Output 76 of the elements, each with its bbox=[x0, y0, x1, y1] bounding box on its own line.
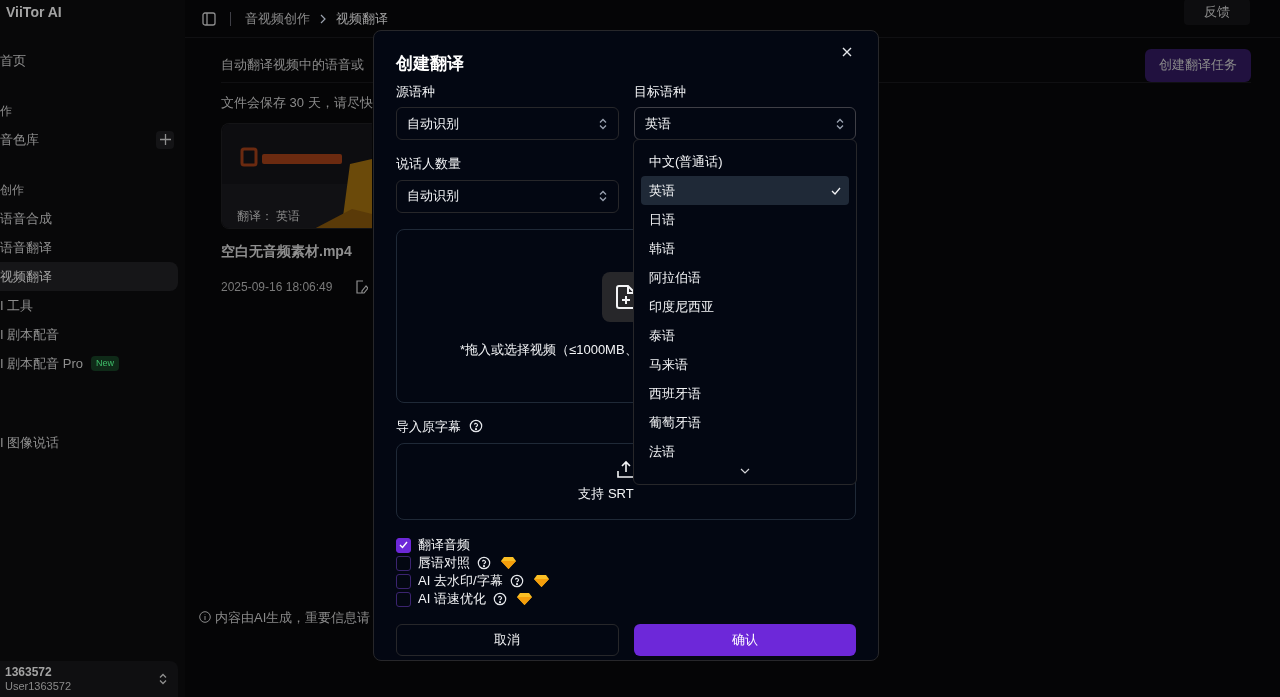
sidebar-item[interactable]: 音色库 bbox=[0, 125, 178, 154]
source-language-select[interactable]: 自动识别 bbox=[396, 107, 619, 140]
sidebar-item[interactable]: 语音翻译 bbox=[0, 233, 178, 262]
language-option[interactable]: 英语 bbox=[641, 176, 849, 205]
sidebar-item[interactable]: 语音合成 bbox=[0, 204, 178, 233]
page-description: 自动翻译视频中的语音或 bbox=[221, 56, 364, 75]
language-option[interactable]: 韩语 bbox=[641, 234, 849, 263]
create-task-button[interactable]: 创建翻译任务 bbox=[1145, 48, 1251, 82]
confirm-button[interactable]: 确认 bbox=[633, 624, 856, 656]
diamond-icon bbox=[533, 575, 549, 587]
option-label: AI 语速优化 bbox=[418, 590, 486, 609]
user-id: User1363572 bbox=[5, 679, 72, 693]
add-button[interactable] bbox=[156, 130, 174, 149]
cancel-button[interactable]: 取消 bbox=[396, 624, 619, 656]
help-icon[interactable] bbox=[469, 419, 483, 434]
file-plus-icon bbox=[616, 284, 636, 309]
language-option[interactable]: 印度尼西亚 bbox=[641, 292, 849, 321]
video-title: 空白无音频素材.mp4 bbox=[221, 241, 352, 261]
language-option[interactable]: 马来语 bbox=[641, 350, 849, 379]
sidebar-item[interactable]: I 工具 bbox=[0, 291, 178, 320]
diamond-icon bbox=[516, 593, 532, 605]
option-label: 唇语对照 bbox=[418, 554, 470, 573]
check-icon bbox=[399, 541, 408, 549]
chevron-up-down-icon bbox=[158, 673, 168, 685]
field-label: 说话人数量 bbox=[396, 155, 462, 173]
sidebar-toggle-icon[interactable] bbox=[202, 11, 216, 26]
option-label: AI 去水印/字幕 bbox=[418, 572, 503, 591]
breadcrumb-link[interactable]: 音视频创作 bbox=[245, 8, 310, 29]
scroll-down-icon[interactable] bbox=[740, 468, 750, 474]
checkbox[interactable] bbox=[396, 573, 411, 589]
section-heading: 作 bbox=[0, 102, 12, 120]
option-label: 翻译音频 bbox=[418, 536, 470, 555]
feedback-button[interactable]: 反馈 bbox=[1184, 0, 1250, 25]
translation-tag: 翻译： 英语 bbox=[237, 206, 301, 225]
info-icon bbox=[199, 611, 211, 624]
chevron-up-down-icon bbox=[597, 190, 608, 202]
new-badge: New bbox=[91, 355, 120, 372]
chevron-up-down-icon bbox=[597, 117, 608, 130]
subtitle-upload-hint: 支持 SRT bbox=[578, 484, 634, 503]
chevron-right-icon bbox=[320, 13, 326, 24]
field-label: 源语种 bbox=[396, 82, 436, 101]
field-label: 目标语种 bbox=[633, 82, 687, 101]
video-date: 2025-09-16 18:06:49 bbox=[221, 278, 333, 296]
video-upload-hint: *拖入或选择视频（≤1000MB、 bbox=[459, 340, 639, 359]
ai-disclaimer: 内容由AI生成，重要信息请 bbox=[215, 608, 371, 627]
field-label: 导入原字幕 bbox=[396, 417, 461, 436]
speaker-count-select[interactable]: 自动识别 bbox=[396, 179, 619, 213]
help-icon[interactable] bbox=[492, 592, 507, 606]
section-heading: 创作 bbox=[0, 181, 24, 199]
chevron-up-down-icon bbox=[835, 117, 845, 130]
language-option[interactable]: 中文(普通话) bbox=[641, 147, 849, 176]
edit-icon[interactable] bbox=[355, 280, 368, 294]
brand-name: ViiTor AI bbox=[5, 3, 63, 22]
checkbox[interactable] bbox=[396, 555, 411, 571]
sidebar-item[interactable]: I 剧本配音 Pro New bbox=[0, 349, 178, 378]
retention-notice: 文件会保存 30 天，请尽快 bbox=[221, 94, 373, 112]
breadcrumb-current: 视频翻译 bbox=[336, 9, 388, 28]
diamond-icon bbox=[501, 557, 516, 569]
close-icon[interactable] bbox=[842, 47, 852, 57]
checkbox[interactable] bbox=[396, 537, 411, 553]
sidebar-item[interactable]: I 图像说话 bbox=[0, 428, 178, 457]
user-name: 1363572 bbox=[5, 665, 53, 679]
sidebar-item[interactable]: 首页 bbox=[0, 46, 178, 75]
target-language-select[interactable]: 英语 bbox=[633, 107, 856, 140]
user-menu[interactable]: 1363572 User1363572 bbox=[0, 661, 178, 697]
language-option[interactable]: 泰语 bbox=[641, 321, 849, 350]
help-icon[interactable] bbox=[477, 556, 491, 570]
help-icon[interactable] bbox=[509, 574, 524, 588]
language-option[interactable]: 葡萄牙语 bbox=[641, 408, 849, 437]
sidebar-item[interactable]: I 剧本配音 bbox=[0, 320, 178, 349]
dialog-title: 创建翻译 bbox=[396, 53, 464, 75]
checkbox[interactable] bbox=[396, 591, 411, 607]
video-card[interactable]: 翻译： 英语 bbox=[221, 122, 372, 229]
sidebar-item[interactable]: 视频翻译 bbox=[0, 262, 178, 291]
language-option[interactable]: 阿拉伯语 bbox=[641, 263, 849, 292]
check-icon bbox=[831, 186, 841, 195]
